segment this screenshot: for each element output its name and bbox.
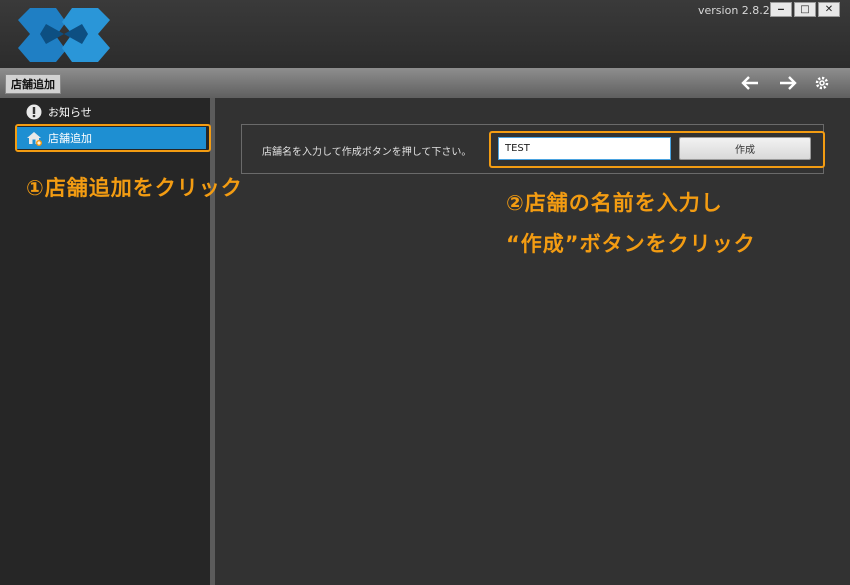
annotation-step2-line1: ②店舗の名前を入力し — [506, 191, 723, 215]
minimize-button[interactable]: ‒ — [770, 2, 792, 17]
exclamation-icon — [26, 104, 42, 120]
arrow-left-icon — [741, 76, 758, 90]
arrow-right-icon — [780, 76, 797, 90]
instruction-text: 店舗名を入力して作成ボタンを押して下さい。 — [262, 147, 472, 158]
maximize-icon: □ — [800, 4, 810, 15]
forward-button[interactable] — [776, 72, 800, 94]
close-icon: ✕ — [824, 4, 834, 15]
highlight-sidebar-box — [15, 124, 211, 152]
settings-button[interactable] — [810, 72, 834, 94]
maximize-button[interactable]: □ — [794, 2, 816, 17]
sidebar-item-notices[interactable]: お知らせ — [16, 101, 206, 123]
close-button[interactable]: ✕ — [818, 2, 840, 17]
annotation-step2-line2: “作成”ボタンをクリック — [506, 232, 756, 256]
title-bar: version 2.8.2 — [0, 0, 850, 68]
sidebar-item-label: お知らせ — [48, 106, 92, 119]
annotation-step1: ①店舗追加をクリック — [26, 176, 243, 200]
minimize-icon: ‒ — [777, 4, 785, 15]
page-title: 店舗追加 — [5, 74, 61, 94]
highlight-form-box — [489, 131, 825, 168]
app-logo — [18, 8, 110, 62]
back-button[interactable] — [738, 72, 762, 94]
toolbar — [0, 68, 850, 98]
gear-icon — [815, 76, 829, 90]
version-label: version 2.8.2 — [698, 4, 770, 17]
